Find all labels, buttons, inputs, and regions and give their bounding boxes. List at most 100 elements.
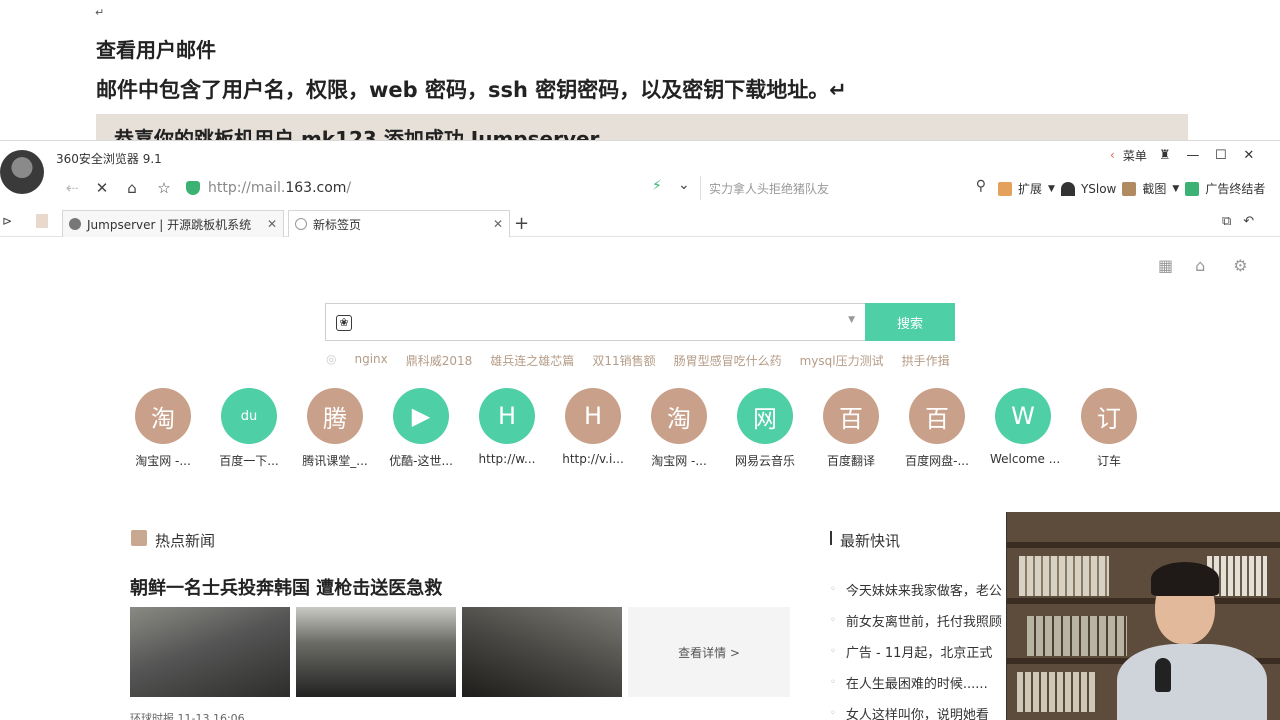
close-tab-icon[interactable]: ✕ [493, 217, 503, 231]
stop-button[interactable]: ✕ [92, 178, 112, 198]
list-item[interactable]: ◦ 今天妹妹来我家做客，老公 [830, 574, 1010, 605]
adblock-button[interactable]: 广告终结者 [1205, 180, 1265, 197]
books [1017, 672, 1097, 712]
menu-button[interactable]: 菜单 [1123, 147, 1147, 164]
list-item[interactable]: ◦ 女人这样叫你，说明她看 [830, 698, 1010, 720]
shortcut-icon: 百 [909, 388, 965, 444]
shortcut-label: 优酷-这世... [389, 454, 453, 468]
ntp-search-button[interactable]: 搜索 [865, 303, 955, 341]
chevron-left-icon[interactable]: ‹ [1110, 148, 1115, 162]
shortcut-icon: H [479, 388, 535, 444]
sidebar-toggle-icon[interactable]: ⊳ [2, 214, 12, 228]
shortcut-tile[interactable]: 百百度网盘-... [904, 388, 970, 469]
tab-jumpserver[interactable]: Jumpserver | 开源跳板机系统 ✕ [62, 210, 284, 237]
shortcut-tile[interactable]: Hhttp://v.i... [560, 388, 626, 466]
chevron-down-icon[interactable]: ⌄ [678, 177, 690, 193]
home-icon[interactable]: ⌂ [1195, 256, 1205, 275]
shortcut-grid: 淘淘宝网 -... du 百度一下... 腾腾讯课堂_... ▶ 优酷-这世... Hhtt… [130, 388, 1150, 474]
shortcut-tile[interactable]: 订订车 [1076, 388, 1142, 469]
address-bar[interactable]: http://mail.163.com/ [186, 176, 696, 200]
shortcut-tile[interactable]: W Welcome ... [990, 388, 1061, 466]
undo-close-icon[interactable]: ↶ [1243, 214, 1254, 229]
shortcut-tile[interactable]: ▶ 优酷-这世... [388, 388, 454, 469]
caret-down-icon[interactable]: ▼ [1172, 184, 1179, 194]
shortcut-tile[interactable]: Hhttp://w... [474, 388, 540, 466]
webcam-overlay [1006, 512, 1280, 720]
bullet-icon: ◦ [830, 646, 836, 657]
pilcrow-mark: ↵ [95, 6, 105, 19]
hot-search-link[interactable]: nginx [354, 352, 387, 369]
shortcut-label: 腾讯课堂_... [302, 454, 368, 468]
news-thumbnail[interactable] [296, 607, 456, 697]
news-flash-text: 女人这样叫你，说明她看 [845, 708, 989, 720]
browser-chrome: 360安全浏览器 9.1 ‹ 菜单 ♜ — ☐ ✕ ⇠ ✕ ⌂ ☆ http:/… [0, 140, 1280, 238]
list-item[interactable]: ◦ 广告 - 11月起，北京正式 [830, 636, 1010, 667]
screenshot-icon [1122, 181, 1137, 196]
extensions-icon [998, 181, 1012, 196]
list-item[interactable]: ◦ 在人生最困难的时候...... [830, 667, 1010, 698]
url-text[interactable]: http://mail.163.com/ [208, 180, 351, 196]
close-window-button[interactable]: ✕ [1239, 146, 1259, 164]
hot-search-link[interactable]: 肠胃型感冒吃什么药 [674, 352, 782, 369]
yslow-button[interactable]: YSlow [1081, 182, 1116, 196]
shortcut-tile[interactable]: 网网易云音乐 [732, 388, 798, 469]
news-flash-text: 广告 - 11月起，北京正式 [845, 646, 993, 661]
background-document: ↵ 查看用户邮件 邮件中包含了用户名，权限，web 密码，ssh 密钥密码，以及… [0, 0, 1280, 140]
maximize-button[interactable]: ☐ [1211, 146, 1231, 164]
back-button[interactable]: ⇠ [62, 178, 82, 198]
bullet-icon: ◦ [830, 708, 836, 719]
skin-icon[interactable]: ♜ [1155, 146, 1175, 164]
shortcut-tile[interactable]: 百百度翻译 [818, 388, 884, 469]
news-thumbnail[interactable] [130, 607, 290, 697]
tab-bar: ⊳ Jumpserver | 开源跳板机系统 ✕ 新标签页 ✕ + ⧉ ↶ [0, 207, 1280, 237]
hot-search-link[interactable]: 拱手作揖 [902, 352, 950, 369]
caret-down-icon[interactable]: ▼ [1048, 184, 1055, 194]
shortcut-tile[interactable]: du 百度一下... [216, 388, 282, 469]
presenter-body [1117, 644, 1267, 720]
tab-label: 新标签页 [313, 217, 362, 232]
shortcut-tile[interactable]: 腾腾讯课堂_... [302, 388, 368, 469]
news-icon [131, 530, 147, 546]
minimize-button[interactable]: — [1183, 146, 1203, 164]
tab-list-icon[interactable] [36, 214, 48, 228]
news-flash-text: 在人生最困难的时候...... [845, 677, 988, 692]
books [1019, 556, 1109, 596]
settings-icon[interactable]: ⚙ [1233, 256, 1247, 275]
new-tab-button[interactable]: + [514, 213, 529, 234]
hot-searches: ◎ nginx 鼎科威2018 雄兵连之雄芯篇 双11销售额 肠胃型感冒吃什么药… [326, 352, 950, 369]
list-item[interactable]: ◦ 前女友离世前，托付我照顾 [830, 605, 1010, 636]
search-icon[interactable]: ⚲ [976, 178, 986, 194]
hot-search-link[interactable]: 双11销售额 [592, 352, 655, 369]
hot-search-link[interactable]: 雄兵连之雄芯篇 [490, 352, 574, 369]
baidu-paw-icon[interactable]: ❀ [336, 315, 352, 331]
navigation-bar: ⇠ ✕ ⌂ ☆ http://mail.163.com/ ⚡ ⌄ 实力拿人头拒绝… [0, 174, 1280, 202]
hot-search-link[interactable]: mysql压力测试 [800, 352, 884, 369]
home-button[interactable]: ⌂ [122, 178, 142, 198]
bullet-icon: ◦ [830, 677, 836, 688]
news-thumbnail[interactable] [462, 607, 622, 697]
screenshot-button[interactable]: 截图 [1142, 180, 1166, 197]
shortcut-label: Welcome ... [990, 452, 1061, 466]
browser-search-input[interactable]: 实力拿人头拒绝猪队友 ⚲ [700, 176, 992, 200]
latest-news-list: ◦ 今天妹妹来我家做客，老公 ◦ 前女友离世前，托付我照顾 ◦ 广告 - 11月起，北京正… [830, 574, 1010, 720]
document-paragraph: 邮件中包含了用户名，权限，web 密码，ssh 密钥密码，以及密钥下载地址。↵ [96, 78, 847, 102]
hot-news-heading: 热点新闻 [155, 532, 216, 550]
shortcut-icon: H [565, 388, 621, 444]
close-tab-icon[interactable]: ✕ [267, 217, 277, 231]
extensions-button[interactable]: 扩展 [1018, 180, 1042, 197]
favorite-star-icon[interactable]: ☆ [154, 178, 174, 198]
shortcut-icon: 网 [737, 388, 793, 444]
adblock-icon [1185, 181, 1200, 196]
hot-search-link[interactable]: 鼎科威2018 [406, 352, 473, 369]
shortcut-tile[interactable]: 淘淘宝网 -... [130, 388, 196, 469]
shortcut-tile[interactable]: 淘淘宝网 -... [646, 388, 712, 469]
restore-window-icon[interactable]: ⧉ [1222, 214, 1231, 229]
view-details-link[interactable]: 查看详情 > [628, 607, 790, 697]
tab-new-tab[interactable]: 新标签页 ✕ [288, 210, 510, 237]
shield-icon [186, 181, 200, 195]
news-headline[interactable]: 朝鲜一名士兵投奔韩国 遭枪击送医急救 [130, 574, 442, 600]
lightning-icon[interactable]: ⚡ [652, 178, 662, 194]
engine-dropdown-icon[interactable]: ▼ [848, 315, 855, 325]
grid-icon[interactable]: ▦ [1158, 256, 1173, 275]
ntp-search-input[interactable]: ❀ ▼ [325, 303, 865, 341]
